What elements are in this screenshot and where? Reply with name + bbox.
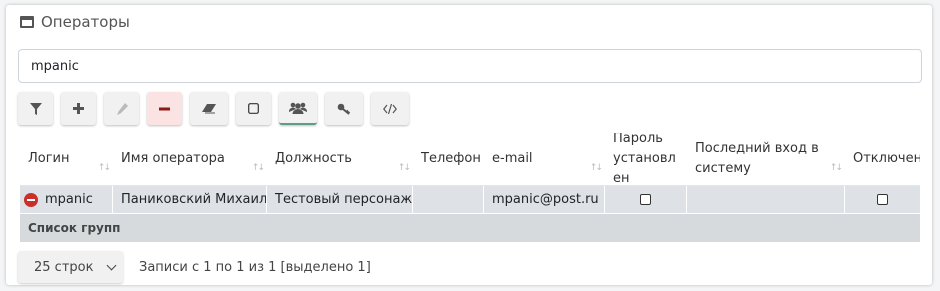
search-input[interactable] bbox=[18, 49, 922, 83]
window-icon bbox=[20, 16, 34, 28]
column-header-login[interactable]: Логин ↑↓ bbox=[20, 133, 113, 185]
password-set-checkbox[interactable] bbox=[640, 194, 651, 205]
operators-panel: Операторы Логин↑↓ bbox=[6, 5, 932, 285]
operators-table: Логин ↑↓ Имя оператора ↑↓ Должность ↑↓ Теле… bbox=[20, 133, 920, 242]
pencil-icon bbox=[116, 102, 128, 115]
key-button[interactable] bbox=[325, 92, 363, 125]
code-button[interactable] bbox=[371, 92, 409, 125]
cell-position: Тестовый персонаж bbox=[267, 186, 413, 213]
key-icon bbox=[337, 103, 351, 115]
cell-phone bbox=[413, 186, 484, 213]
column-header-email[interactable]: e-mail ↑↓ bbox=[484, 133, 605, 185]
panel-title: Операторы bbox=[41, 13, 130, 31]
column-header-last-login[interactable]: Последний вход в систему ↑↓ bbox=[687, 133, 845, 185]
eraser-icon bbox=[202, 103, 216, 113]
table-row[interactable]: mpanic Паниковский Михаил Тестовый персо… bbox=[20, 186, 920, 214]
sort-icon: ↑↓ bbox=[251, 163, 265, 173]
disabled-checkbox[interactable] bbox=[877, 194, 888, 205]
add-button[interactable] bbox=[61, 92, 96, 125]
cell-login: mpanic bbox=[20, 186, 113, 213]
table-header: Логин ↑↓ Имя оператора ↑↓ Должность ↑↓ Теле… bbox=[20, 133, 920, 186]
cell-disabled bbox=[845, 186, 920, 213]
plus-icon bbox=[73, 103, 84, 114]
filter-icon bbox=[29, 102, 42, 115]
sort-icon: ↑↓ bbox=[829, 163, 843, 173]
panel-header: Операторы bbox=[20, 12, 130, 32]
square-icon bbox=[248, 103, 259, 114]
sort-icon: ↑↓ bbox=[589, 163, 603, 173]
delete-row-icon[interactable] bbox=[24, 192, 38, 207]
column-header-disabled[interactable]: Отключен bbox=[845, 133, 920, 185]
column-header-password-set[interactable]: Пароль установлен bbox=[605, 133, 687, 185]
cell-password-set bbox=[605, 186, 687, 213]
page-size-value: 25 строк bbox=[34, 259, 94, 275]
toolbar bbox=[18, 92, 409, 125]
select-button[interactable] bbox=[236, 92, 271, 125]
filter-button[interactable] bbox=[18, 92, 53, 125]
page-size-select[interactable]: 25 строк bbox=[18, 251, 123, 283]
groups-list-row[interactable]: Список групп bbox=[20, 214, 920, 242]
clear-button[interactable] bbox=[190, 92, 228, 125]
users-icon bbox=[289, 102, 307, 114]
sort-icon: ↑↓ bbox=[397, 163, 411, 173]
cell-name: Паниковский Михаил bbox=[113, 186, 267, 213]
minus-icon bbox=[159, 107, 170, 110]
column-header-position[interactable]: Должность ↑↓ bbox=[267, 133, 413, 185]
cell-email: mpanic@post.ru bbox=[484, 186, 605, 213]
sort-icon: ↑↓ bbox=[97, 163, 111, 173]
column-header-name[interactable]: Имя оператора ↑↓ bbox=[113, 133, 267, 185]
delete-button[interactable] bbox=[147, 92, 182, 125]
column-header-phone[interactable]: Телефон bbox=[413, 133, 484, 185]
records-info: Записи с 1 по 1 из 1 [выделено 1] bbox=[139, 259, 371, 275]
code-icon bbox=[383, 103, 397, 114]
edit-button[interactable] bbox=[104, 92, 139, 125]
groups-list-label: Список групп bbox=[28, 221, 121, 235]
groups-button[interactable] bbox=[279, 92, 317, 125]
cell-last-login bbox=[687, 186, 845, 213]
table-footer: 25 строк Записи с 1 по 1 из 1 [выделено … bbox=[18, 251, 371, 283]
chevron-down-icon bbox=[106, 260, 117, 270]
